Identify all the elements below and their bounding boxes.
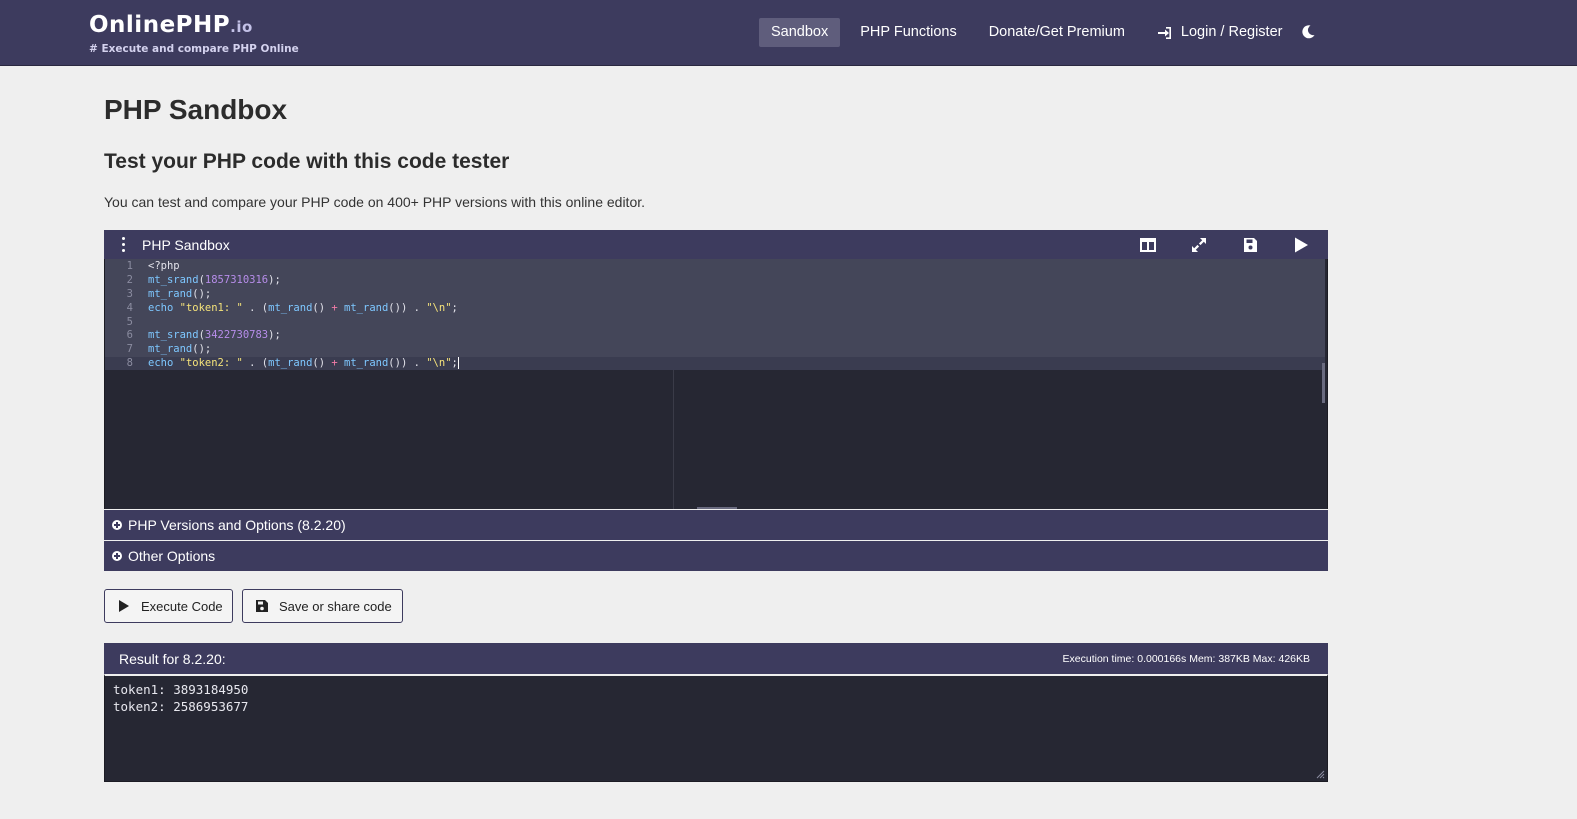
line-number: 3 — [126, 287, 133, 300]
line-number: 1 — [126, 260, 133, 272]
brand-name: OnlinePHP — [89, 12, 231, 38]
nav-login-register[interactable]: Login / Register — [1145, 18, 1295, 47]
line-gutter: 1 2 3 4 5 6 7 8 — [105, 259, 141, 371]
code-lines[interactable]: <?php mt_srand(1857310316); mt_rand(); echo… — [148, 259, 459, 371]
play-icon[interactable] — [1292, 236, 1310, 254]
execute-code-label: Execute Code — [141, 598, 223, 614]
menu-dots-icon[interactable] — [104, 236, 142, 254]
other-options-toggle[interactable]: Other Options — [104, 540, 1328, 571]
result-panel: Result for 8.2.20: Execution time: 0.000… — [104, 643, 1328, 782]
brand-tagline: # Execute and compare PHP Online — [89, 43, 299, 55]
login-label: Login / Register — [1180, 24, 1283, 40]
sign-in-icon — [1157, 26, 1171, 39]
line-number: 6 — [126, 329, 133, 342]
editor-scrollbar[interactable] — [1322, 363, 1325, 403]
text-cursor — [457, 357, 459, 370]
output-line: token1: 3893184950 — [113, 682, 249, 697]
page-subtitle: Test your PHP code with this code tester — [104, 150, 510, 173]
sandbox-panel: PHP Sandbox 1 2 3 4 5 6 7 8 <?php mt_sra… — [104, 230, 1328, 571]
code-editor[interactable]: 1 2 3 4 5 6 7 8 <?php mt_srand(1857310316… — [104, 259, 1328, 509]
line-number: 5 — [126, 315, 133, 328]
save-icon[interactable] — [1241, 236, 1259, 254]
code-line: mt_rand(); — [148, 287, 212, 300]
page-description: You can test and compare your PHP code o… — [104, 194, 646, 210]
output-line: token2: 2586953677 — [113, 699, 249, 714]
result-title: Result for 8.2.20: — [119, 650, 226, 667]
code-line: mt_srand(1857310316); — [148, 273, 281, 286]
plus-circle-icon — [112, 551, 122, 561]
expand-icon[interactable] — [1190, 236, 1208, 254]
editor-header: PHP Sandbox — [104, 230, 1328, 259]
code-line: mt_rand(); — [148, 343, 212, 356]
plus-circle-icon — [112, 520, 122, 530]
line-number: 8 — [126, 357, 133, 370]
php-versions-label: PHP Versions and Options (8.2.20) — [128, 517, 346, 533]
nav-php-functions[interactable]: PHP Functions — [848, 18, 968, 47]
result-output[interactable]: token1: 3893184950 token2: 2586953677 — [104, 674, 1328, 782]
resize-grip-icon[interactable] — [1315, 769, 1325, 779]
save-share-button[interactable]: Save or share code — [242, 589, 403, 623]
code-line: <?php — [148, 260, 180, 272]
nav-donate[interactable]: Donate/Get Premium — [977, 18, 1137, 47]
line-number: 7 — [126, 343, 133, 356]
line-number: 4 — [126, 301, 133, 314]
save-icon — [256, 600, 268, 612]
moon-icon[interactable] — [1300, 24, 1316, 40]
page-title: PHP Sandbox — [104, 94, 288, 125]
editor-resize-handle[interactable] — [697, 507, 737, 509]
play-icon — [119, 600, 129, 612]
save-share-label: Save or share code — [279, 598, 392, 614]
execution-stats: Execution time: 0.000166s Mem: 387KB Max… — [1062, 653, 1310, 665]
execute-code-button[interactable]: Execute Code — [104, 589, 233, 623]
line-number: 2 — [126, 273, 133, 286]
split-view-icon[interactable] — [1139, 236, 1157, 254]
editor-title: PHP Sandbox — [142, 236, 230, 253]
code-line: echo "token1: " . (mt_rand() + mt_rand()… — [148, 301, 458, 314]
brand-tld: .io — [230, 18, 253, 36]
result-header: Result for 8.2.20: Execution time: 0.000… — [104, 643, 1328, 674]
code-line: echo "token2: " . (mt_rand() + mt_rand()… — [148, 357, 459, 370]
nav-sandbox[interactable]: Sandbox — [759, 18, 841, 47]
brand-logo[interactable]: OnlinePHP.io # Execute and compare PHP O… — [89, 12, 299, 55]
main-nav: Sandbox PHP Functions Donate/Get Premium… — [759, 18, 1294, 47]
other-options-label: Other Options — [128, 548, 216, 564]
php-versions-toggle[interactable]: PHP Versions and Options (8.2.20) — [104, 509, 1328, 540]
top-navbar: OnlinePHP.io # Execute and compare PHP O… — [0, 0, 1577, 66]
code-line: mt_srand(3422730783); — [148, 329, 281, 342]
editor-toolbar — [1106, 236, 1310, 254]
